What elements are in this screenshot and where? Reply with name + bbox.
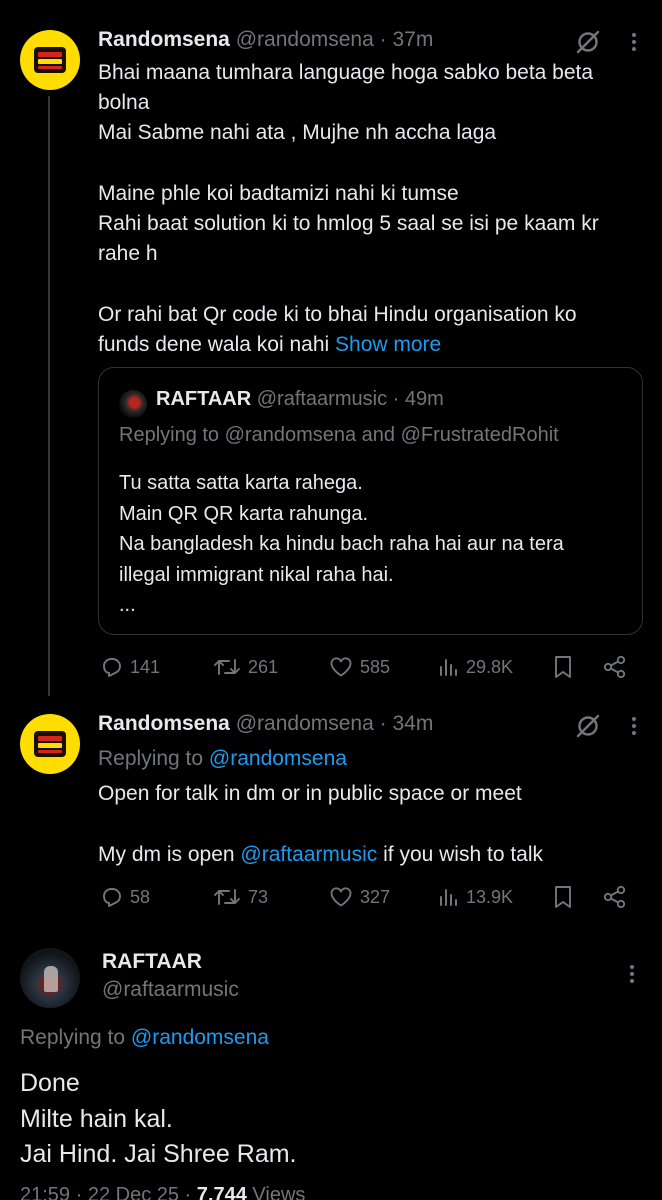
bookmark-button[interactable] <box>552 882 574 912</box>
views-count: 13.9K <box>466 886 514 907</box>
quote-line: ... <box>119 594 136 616</box>
view-count: 7,744 <box>196 1184 247 1200</box>
timestamp[interactable]: 34m <box>392 712 433 735</box>
tweet-line: My dm is open @raftaarmusic if you wish … <box>98 842 544 866</box>
bookmark-icon <box>555 656 571 678</box>
tweet-body: Bhai maana tumhara language hoga sabko b… <box>98 58 646 360</box>
like-button[interactable]: 585 <box>328 652 390 682</box>
repost-icon <box>214 659 240 675</box>
tweet-line <box>98 269 646 299</box>
main-handle[interactable]: @raftaarmusic <box>102 978 239 1002</box>
quote-body: Tu satta satta karta rahega. Main QR QR … <box>119 468 629 621</box>
tweet-line: Rahi baat solution ki to hmlog 5 saal se… <box>98 212 599 235</box>
reply-icon <box>103 888 121 907</box>
share-button[interactable] <box>602 882 628 912</box>
mention-link[interactable]: @randomsena <box>209 747 347 770</box>
views-icon <box>440 889 457 906</box>
views-label: Views <box>252 1184 306 1200</box>
tweet-1[interactable]: Randomsena @randomsena · 37m Bhai maana … <box>0 0 662 700</box>
handle[interactable]: @randomsena <box>236 28 374 51</box>
more-dots-icon[interactable] <box>620 960 644 988</box>
tweet-meta-footer: 21:59 · 22 Dec 25 · 7,744 Views <box>20 1184 305 1200</box>
quote-tweet[interactable]: RAFTAAR @raftaarmusic · 49m Replying to … <box>98 367 643 635</box>
like-icon <box>330 887 352 907</box>
repost-button[interactable]: 73 <box>212 882 268 912</box>
share-icon <box>603 655 626 679</box>
action-bar: 141 261 585 29.8K <box>98 652 638 682</box>
tweet-line <box>98 809 646 839</box>
tweet-datetime[interactable]: 21:59 · 22 Dec 25 · <box>20 1184 191 1200</box>
quote-line: Tu satta satta karta rahega. <box>119 472 363 494</box>
repost-count: 261 <box>248 656 279 677</box>
tweet-line: Maine phle koi badtamizi nahi ki tumse <box>98 181 459 205</box>
tweet-line: Open for talk in dm or in public space o… <box>98 782 522 806</box>
tweet-line: Or rahi bat Qr code ki to bhai Hindu org… <box>98 302 577 326</box>
handle[interactable]: @randomsena <box>236 712 374 735</box>
tweet-line: Bhai maana tumhara language hoga sabko b… <box>98 61 594 84</box>
bookmark-button[interactable] <box>552 652 574 682</box>
quote-line: Na bangladesh ka hindu bach raha hai aur… <box>119 533 564 555</box>
quote-display-name: RAFTAAR <box>156 388 252 410</box>
reply-count: 141 <box>130 656 161 677</box>
like-count: 585 <box>360 656 391 677</box>
main-replying-to: Replying to @randomsena <box>20 1026 269 1049</box>
display-name[interactable]: Randomsena <box>98 712 230 735</box>
reply-button[interactable]: 58 <box>100 882 150 912</box>
replying-to: Replying to @randomsena <box>98 747 347 770</box>
share-button[interactable] <box>602 652 628 682</box>
repost-icon <box>214 889 240 905</box>
quote-avatar[interactable] <box>119 390 147 418</box>
tweet-line: Done <box>20 1069 80 1097</box>
avatar[interactable] <box>20 714 80 774</box>
randomsena-logo <box>34 731 66 757</box>
views-icon <box>440 659 457 676</box>
quote-replying-to: Replying to @randomsena and @FrustratedR… <box>119 424 559 446</box>
more-dots-icon[interactable] <box>622 28 646 56</box>
tweet-line: Mai Sabme nahi ata , Mujhe nh accha laga <box>98 121 497 145</box>
tweet-header: Randomsena @randomsena · 37m <box>98 28 646 56</box>
tweet-2[interactable]: Randomsena @randomsena · 34m Replying to… <box>0 700 662 930</box>
repost-button[interactable]: 261 <box>212 652 278 682</box>
tweet-line: funds dene wala koi nahi Show more <box>98 332 442 356</box>
grok-slash-icon[interactable] <box>574 28 602 56</box>
quote-header: RAFTAAR @raftaarmusic · 49m <box>156 388 444 410</box>
tweet-header: Randomsena @randomsena · 34m <box>98 712 646 740</box>
avatar[interactable] <box>20 30 80 90</box>
like-button[interactable]: 327 <box>328 882 390 912</box>
main-display-name[interactable]: RAFTAAR <box>102 950 202 974</box>
reply-count: 58 <box>130 886 151 907</box>
reply-icon <box>103 658 121 677</box>
thread-line <box>48 96 50 696</box>
quote-line: illegal immigrant nikal raha hai. <box>119 563 394 586</box>
tweet-line: rahe h <box>98 242 158 266</box>
bookmark-icon <box>555 886 571 908</box>
randomsena-logo <box>34 47 66 73</box>
reply-button[interactable]: 141 <box>100 652 160 682</box>
repost-count: 73 <box>248 886 269 907</box>
views-button[interactable]: 13.9K <box>438 882 513 912</box>
more-dots-icon[interactable] <box>622 712 646 740</box>
views-button[interactable]: 29.8K <box>438 652 513 682</box>
main-tweet-body: Done Milte hain kal. Jai Hind. Jai Shree… <box>20 1066 297 1173</box>
tweet-line: Jai Hind. Jai Shree Ram. <box>20 1140 297 1168</box>
quote-line: Main QR QR karta rahunga. <box>119 502 368 525</box>
like-count: 327 <box>360 886 391 907</box>
like-icon <box>330 657 352 677</box>
mention-link[interactable]: @raftaarmusic <box>240 843 377 866</box>
tweet-line: bolna <box>98 91 150 115</box>
action-bar: 58 73 327 13.9K <box>98 882 638 912</box>
tweet-body: Replying to @randomsena Open for talk in… <box>98 744 646 870</box>
timestamp[interactable]: 37m <box>392 28 433 51</box>
tweet-line <box>98 149 646 179</box>
show-more-link[interactable]: Show more <box>335 333 441 356</box>
share-icon <box>603 885 626 909</box>
views-count: 29.8K <box>466 656 514 677</box>
mention-link[interactable]: @randomsena <box>131 1026 269 1049</box>
quote-timestamp: 49m <box>404 388 444 410</box>
main-avatar[interactable] <box>20 948 80 1008</box>
tweet-line: Milte hain kal. <box>20 1104 173 1133</box>
grok-slash-icon[interactable] <box>574 712 602 740</box>
quote-handle: @raftaarmusic <box>256 388 388 410</box>
display-name[interactable]: Randomsena <box>98 28 230 51</box>
